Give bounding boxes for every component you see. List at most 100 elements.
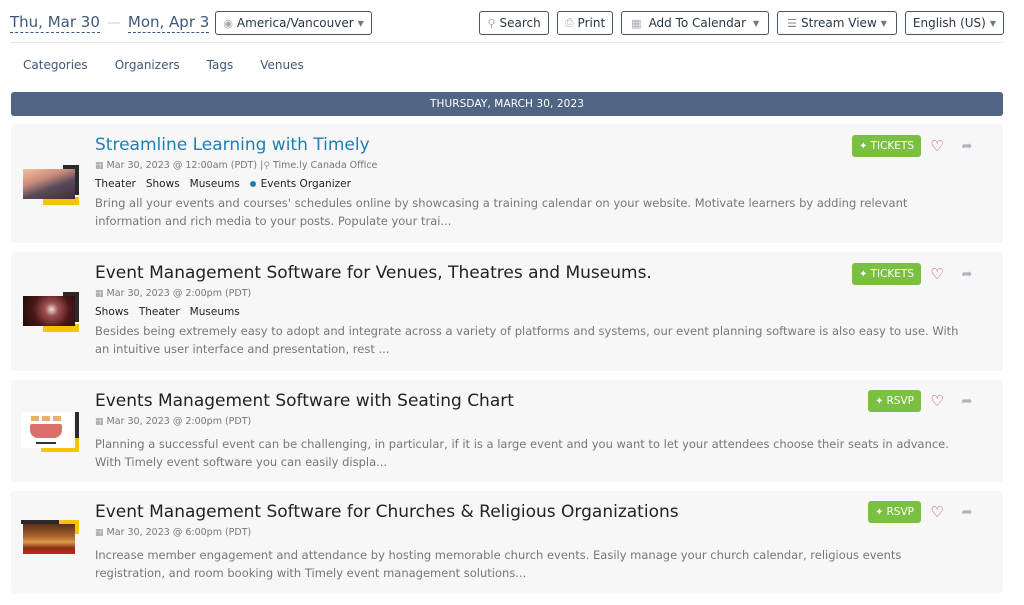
view-label: Stream View — [801, 16, 877, 30]
add-to-calendar-dropdown[interactable]: ▦ Add To Calendar ▼ — [621, 11, 770, 35]
event-thumbnail[interactable] — [21, 292, 79, 332]
event-actions: ✦ TICKETS ♡ ➦ — [852, 263, 975, 285]
stage-line — [36, 442, 56, 444]
heart-icon[interactable]: ♡ — [929, 265, 945, 283]
event-datetime: Mar 30, 2023 @ 12:00am (PDT) — [106, 160, 258, 171]
thumbnail-frame — [75, 438, 79, 452]
calendar-icon: ▦ — [95, 528, 104, 538]
calendar-icon: ▦ — [95, 417, 104, 427]
filter-venues[interactable]: Venues — [260, 58, 304, 72]
tickets-label: TICKETS — [870, 268, 914, 280]
event-tags: Theater Shows Museums Events Organizer — [95, 177, 963, 191]
calendar-toolbar: Thu, Mar 30 — Mon, Apr 3 ◉ America/Vanco… — [10, 9, 1004, 37]
event-card: Event Management Software for Venues, Th… — [11, 252, 1003, 371]
search-button[interactable]: ⚲ Search — [479, 11, 549, 35]
event-datetime: Mar 30, 2023 @ 2:00pm (PDT) — [106, 288, 252, 299]
chevron-down-icon: ▼ — [753, 18, 760, 28]
tickets-label: TICKETS — [870, 140, 914, 152]
rsvp-button[interactable]: ✦ RSVP — [868, 390, 921, 412]
calendar-icon: ▦ — [95, 161, 104, 171]
language-label: English (US) — [912, 16, 986, 30]
event-tag[interactable]: Theater — [95, 177, 136, 191]
filter-organizers[interactable]: Organizers — [115, 58, 180, 72]
event-actions: ✦ RSVP ♡ ➦ — [868, 390, 975, 412]
heart-icon[interactable]: ♡ — [929, 137, 945, 155]
church-interior-photo — [23, 524, 75, 554]
filter-nav: Categories Organizers Tags Venues — [23, 58, 304, 72]
view-switcher-dropdown[interactable]: ☰ Stream View ▼ — [777, 11, 897, 35]
start-date-picker[interactable]: Thu, Mar 30 — [10, 13, 100, 33]
rsvp-label: RSVP — [886, 395, 914, 407]
rsvp-label: RSVP — [886, 506, 914, 518]
event-tag[interactable]: Shows — [95, 305, 129, 319]
event-datetime: Mar 30, 2023 @ 2:00pm (PDT) — [106, 416, 252, 427]
seat-section — [30, 424, 62, 438]
event-description: Bring all your events and courses' sched… — [95, 196, 908, 228]
seat-section — [53, 416, 61, 421]
seating-chart-diagram — [21, 412, 73, 448]
event-venue[interactable]: Time.ly Canada Office — [273, 160, 377, 171]
event-body: Streamline Learning with Timely ▦ Mar 30… — [95, 134, 963, 230]
timezone-label: America/Vancouver — [236, 16, 354, 30]
tickets-button[interactable]: ✦ TICKETS — [852, 135, 921, 157]
timezone-dropdown[interactable]: ◉ America/Vancouver ▼ — [215, 11, 372, 35]
language-dropdown[interactable]: English (US) ▼ — [904, 11, 1004, 35]
event-thumbnail[interactable] — [21, 520, 79, 560]
thumbnail-frame — [41, 448, 79, 452]
event-title[interactable]: Event Management Software for Churches &… — [95, 501, 963, 523]
event-meta: ▦ Mar 30, 2023 @ 2:00pm (PDT) — [95, 287, 963, 301]
ballet-dancer-stage-photo — [23, 296, 75, 326]
seat-section — [31, 416, 39, 421]
filter-tags[interactable]: Tags — [207, 58, 234, 72]
print-icon: ⎙ — [564, 16, 574, 29]
globe-icon: ◉ — [223, 16, 233, 30]
event-tag[interactable]: Museums — [190, 305, 240, 319]
heart-icon[interactable]: ♡ — [929, 392, 945, 410]
event-actions: ✦ TICKETS ♡ ➦ — [852, 135, 975, 157]
organizer-dot-icon — [249, 181, 256, 187]
share-icon[interactable]: ➦ — [959, 394, 975, 409]
end-date-picker[interactable]: Mon, Apr 3 — [127, 13, 210, 33]
calendar-icon: ▦ — [95, 289, 104, 299]
date-separator: — — [106, 15, 121, 31]
organizer-label: Events Organizer — [260, 178, 351, 190]
event-actions: ✦ RSVP ♡ ➦ — [868, 501, 975, 523]
event-tag[interactable]: Shows — [146, 177, 180, 191]
search-label: Search — [499, 16, 541, 30]
event-meta: ▦ Mar 30, 2023 @ 12:00am (PDT) |⚲ Time.l… — [95, 159, 963, 173]
event-tag[interactable]: Theater — [139, 305, 180, 319]
share-icon[interactable]: ➦ — [959, 267, 975, 282]
event-description: Planning a successful event can be chall… — [95, 437, 949, 469]
calendar-icon: ▦ — [631, 16, 642, 30]
ticket-icon: ✦ — [875, 395, 884, 407]
event-tag[interactable]: Museums — [190, 177, 240, 191]
toolbar-divider — [10, 42, 1004, 43]
event-title[interactable]: Streamline Learning with Timely — [95, 134, 963, 156]
rsvp-button[interactable]: ✦ RSVP — [868, 501, 921, 523]
event-body: Events Management Software with Seating … — [95, 390, 963, 471]
event-meta: ▦ Mar 30, 2023 @ 2:00pm (PDT) — [95, 415, 963, 429]
event-thumbnail[interactable] — [21, 165, 79, 205]
share-icon[interactable]: ➦ — [959, 139, 975, 154]
chevron-down-icon: ▼ — [880, 18, 887, 28]
event-description: Increase member engagement and attendanc… — [95, 548, 902, 580]
map-pin-icon: ⚲ — [263, 161, 270, 171]
search-icon: ⚲ — [487, 16, 496, 30]
filter-categories[interactable]: Categories — [23, 58, 88, 72]
event-thumbnail[interactable] — [21, 412, 79, 452]
ticket-icon: ✦ — [859, 140, 868, 152]
print-button[interactable]: ⎙ Print — [556, 11, 614, 35]
event-description: Besides being extremely easy to adopt an… — [95, 324, 959, 356]
event-meta: ▦ Mar 30, 2023 @ 6:00pm (PDT) — [95, 526, 963, 540]
heart-icon[interactable]: ♡ — [929, 503, 945, 521]
event-title[interactable]: Events Management Software with Seating … — [95, 390, 963, 412]
add-to-calendar-label: Add To Calendar — [648, 16, 747, 30]
ticket-icon: ✦ — [859, 268, 868, 280]
chevron-down-icon: ▼ — [989, 18, 996, 28]
print-label: Print — [577, 16, 606, 30]
share-icon[interactable]: ➦ — [959, 505, 975, 520]
event-datetime: Mar 30, 2023 @ 6:00pm (PDT) — [106, 527, 252, 538]
event-title[interactable]: Event Management Software for Venues, Th… — [95, 262, 963, 284]
tickets-button[interactable]: ✦ TICKETS — [852, 263, 921, 285]
event-organizer[interactable]: Events Organizer — [249, 177, 351, 191]
